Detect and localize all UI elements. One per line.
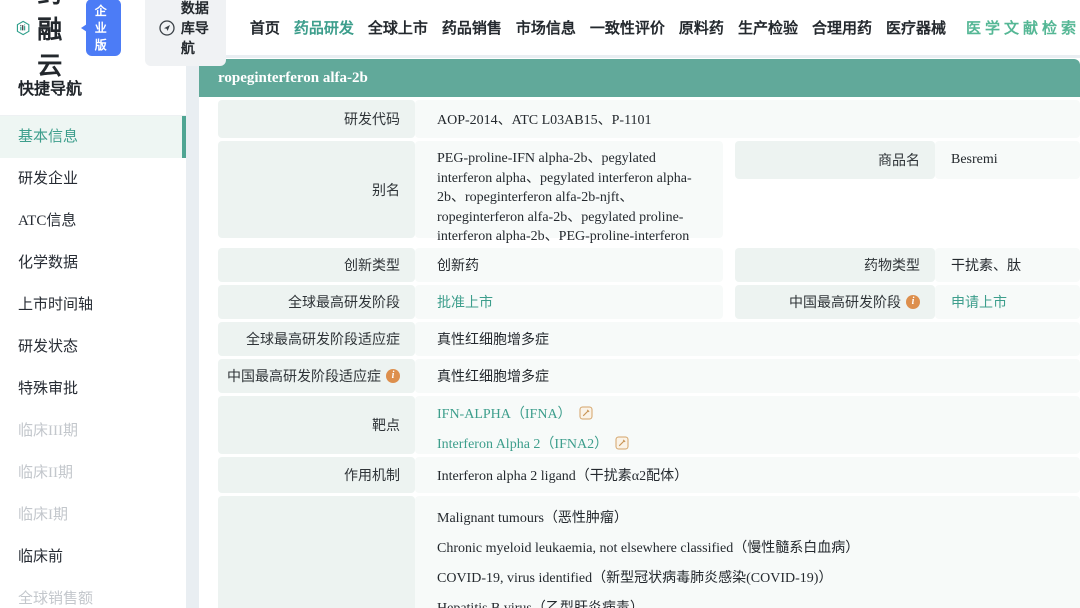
enterprise-badge: 企业版 bbox=[86, 0, 121, 56]
sidebar-item-atc-info[interactable]: ATC信息 bbox=[0, 200, 186, 242]
nav-item-production-inspection[interactable]: 生产检验 bbox=[738, 17, 798, 38]
info-icon[interactable]: i bbox=[386, 369, 400, 383]
global-stage-value: 批准上市 bbox=[415, 285, 723, 319]
nav-item-rational-use[interactable]: 合理用药 bbox=[812, 17, 872, 38]
sidebar-item-phase3[interactable]: 临床III期 bbox=[0, 410, 186, 452]
innovation-type-value: 创新药 bbox=[415, 248, 723, 282]
drug-type-label: 药物类型 bbox=[735, 248, 935, 282]
sidebar-item-basic-info[interactable]: 基本信息 bbox=[0, 116, 186, 158]
china-indication-value: 真性红细胞增多症 bbox=[415, 359, 1080, 393]
database-nav-button[interactable]: 数据库导航 bbox=[145, 0, 226, 66]
alias-label: 别名 bbox=[218, 141, 415, 238]
quick-nav-sidebar: 快捷导航 基本信息 研发企业 ATC信息 化学数据 上市时间轴 研发状态 特殊审… bbox=[0, 55, 186, 608]
nav-item-global-launch[interactable]: 全球上市 bbox=[368, 17, 428, 38]
alias-value: PEG-proline-IFN alpha-2b、pegylated inter… bbox=[415, 141, 723, 238]
edit-square-icon[interactable] bbox=[579, 406, 593, 420]
drug-title-bar: ropeginterferon alfa-2b bbox=[199, 59, 1080, 97]
trade-name-label: 商品名 bbox=[735, 141, 935, 179]
moa-label: 作用机制 bbox=[218, 457, 415, 493]
main-nav: 首页 药品研发 全球上市 药品销售 市场信息 一致性评价 原料药 生产检验 合理… bbox=[250, 17, 1080, 38]
indication-item: COVID-19, virus identified（新型冠状病毒肺炎感染(CO… bbox=[437, 564, 1080, 594]
sidebar-item-chemical-data[interactable]: 化学数据 bbox=[0, 242, 186, 284]
targets-label: 靶点 bbox=[218, 396, 415, 454]
sidebar-item-rd-status[interactable]: 研发状态 bbox=[0, 326, 186, 368]
innovation-type-label: 创新类型 bbox=[218, 248, 415, 282]
top-bar: 药融云 企业版 数据库导航 首页 药品研发 全球上市 药品销售 市场信息 一致性… bbox=[0, 0, 1080, 55]
target-link-ifna2[interactable]: Interferon Alpha 2（IFNA2） bbox=[437, 433, 608, 453]
china-stage-value: 申请上市 bbox=[935, 285, 1080, 319]
china-stage-link[interactable]: 申请上市 bbox=[951, 292, 1007, 312]
hexagon-bars-logo-icon bbox=[16, 12, 30, 44]
indications-value: Malignant tumours（恶性肿瘤） Chronic myeloid … bbox=[415, 496, 1080, 608]
sidebar-item-phase1[interactable]: 临床I期 bbox=[0, 494, 186, 536]
nav-item-consistency-eval[interactable]: 一致性评价 bbox=[590, 17, 665, 38]
drug-type-value: 干扰素、肽 bbox=[935, 248, 1080, 282]
target-link-ifna[interactable]: IFN-ALPHA（IFNA） bbox=[437, 403, 572, 423]
nav-item-home[interactable]: 首页 bbox=[250, 17, 280, 38]
sidebar-item-global-sales[interactable]: 全球销售额 bbox=[0, 578, 186, 608]
indication-item: Malignant tumours（恶性肿瘤） bbox=[437, 504, 1080, 534]
database-nav-label: 数据库导航 bbox=[181, 0, 212, 58]
brand-name: 药融云 bbox=[37, 0, 75, 82]
info-icon[interactable]: i bbox=[906, 295, 920, 309]
rd-code-value: AOP-2014、ATC L03AB15、P-1101 bbox=[415, 100, 1080, 138]
targets-value: IFN-ALPHA（IFNA） Interferon Alpha 2（IFNA2… bbox=[415, 396, 1080, 454]
indications-label bbox=[218, 496, 415, 608]
global-stage-label: 全球最高研发阶段 bbox=[218, 285, 415, 319]
nav-item-api[interactable]: 原料药 bbox=[679, 17, 724, 38]
global-stage-link[interactable]: 批准上市 bbox=[437, 292, 493, 312]
sidebar-item-special-approval[interactable]: 特殊审批 bbox=[0, 368, 186, 410]
send-circle-icon bbox=[159, 20, 175, 36]
sidebar-item-phase2[interactable]: 临床II期 bbox=[0, 452, 186, 494]
rd-code-label: 研发代码 bbox=[218, 100, 415, 138]
sidebar-item-rd-companies[interactable]: 研发企业 bbox=[0, 158, 186, 200]
sidebar-item-launch-timeline[interactable]: 上市时间轴 bbox=[0, 284, 186, 326]
drug-detail-panel: ropeginterferon alfa-2b 研发代码 AOP-2014、AT… bbox=[199, 58, 1080, 608]
brand-logo[interactable]: 药融云 企业版 bbox=[16, 0, 121, 82]
indication-item: Chronic myeloid leukaemia, not elsewhere… bbox=[437, 534, 1080, 564]
nav-item-drug-rd[interactable]: 药品研发 bbox=[294, 17, 354, 38]
edit-square-icon[interactable] bbox=[615, 436, 629, 450]
moa-value: Interferon alpha 2 ligand（干扰素α2配体） bbox=[415, 457, 1080, 493]
indication-item: Hepatitis B virus（乙型肝炎病毒） bbox=[437, 594, 1080, 608]
sidebar-item-preclinical[interactable]: 临床前 bbox=[0, 536, 186, 578]
nav-item-market-info[interactable]: 市场信息 bbox=[516, 17, 576, 38]
nav-item-medical-devices[interactable]: 医疗器械 bbox=[886, 17, 946, 38]
china-stage-label: 中国最高研发阶段i bbox=[735, 285, 935, 319]
nav-item-literature-search[interactable]: 医学文献检索 bbox=[966, 17, 1080, 38]
global-indication-value: 真性红细胞增多症 bbox=[415, 322, 1080, 356]
page: 药融云 企业版 数据库导航 首页 药品研发 全球上市 药品销售 市场信息 一致性… bbox=[0, 0, 1080, 608]
global-indication-label: 全球最高研发阶段适应症 bbox=[218, 322, 415, 356]
china-indication-label: 中国最高研发阶段适应症i bbox=[218, 359, 415, 393]
nav-item-drug-sales[interactable]: 药品销售 bbox=[442, 17, 502, 38]
trade-name-value: Besremi bbox=[935, 141, 1080, 179]
